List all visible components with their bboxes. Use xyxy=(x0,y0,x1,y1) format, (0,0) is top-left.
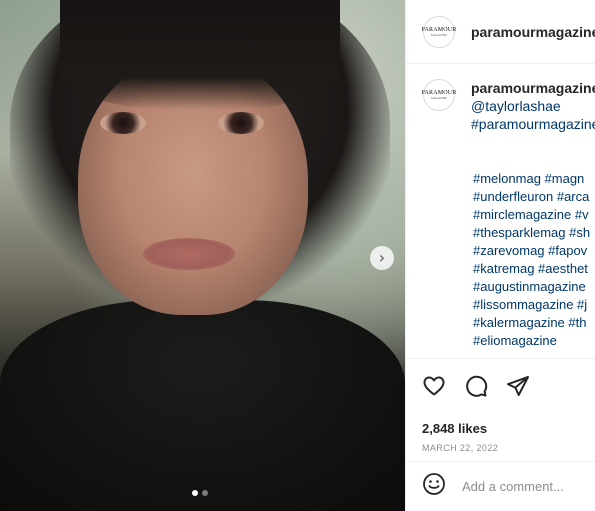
share-icon[interactable] xyxy=(506,374,530,398)
post-actions: 2,848 likes MARCH 22, 2022 xyxy=(406,358,595,453)
hashtag-line[interactable]: #zarevomag #fapov xyxy=(473,242,590,260)
image-left-eye xyxy=(100,112,146,134)
comment-icon[interactable] xyxy=(464,374,488,398)
caption-username[interactable]: paramourmagazine xyxy=(471,79,595,97)
hashtag-line[interactable]: #mirclemagazine #v xyxy=(473,206,590,224)
avatar-logo-subtext: MAGAZINE xyxy=(431,32,447,37)
caption-row: PARAMOUR MAGAZINE paramourmagazine @tayl… xyxy=(421,79,595,133)
post-side-panel: PARAMOUR MAGAZINE paramourmagazine PARAM… xyxy=(405,0,595,511)
post-image[interactable]: › xyxy=(0,0,405,511)
hashtag-line[interactable]: #lissommagazine #j xyxy=(473,296,590,314)
heart-icon[interactable] xyxy=(422,374,446,398)
post-date: MARCH 22, 2022 xyxy=(422,443,499,453)
hashtag-line[interactable]: #augustinmagazine xyxy=(473,278,590,296)
post-header: PARAMOUR MAGAZINE paramourmagazine xyxy=(406,0,595,64)
emoji-icon[interactable] xyxy=(422,472,446,501)
like-count[interactable]: 2,848 likes xyxy=(422,421,595,436)
caption-avatar[interactable]: PARAMOUR MAGAZINE xyxy=(421,79,456,111)
comment-input[interactable] xyxy=(462,479,592,494)
carousel-dot xyxy=(202,490,208,496)
action-icons xyxy=(422,373,595,399)
image-lips xyxy=(143,238,235,270)
hashtag-line[interactable]: #melonmag #magn xyxy=(473,170,590,188)
image-turtleneck xyxy=(0,300,405,511)
hashtag-list: #melonmag #magn #underfleuron #arca #mir… xyxy=(473,170,590,350)
caption-mention[interactable]: @taylorlashae xyxy=(471,97,595,115)
hashtag-line[interactable]: #underfleuron #arca xyxy=(473,188,590,206)
carousel-indicator xyxy=(192,490,208,496)
header-username[interactable]: paramourmagazine xyxy=(471,24,595,40)
hashtag-line[interactable]: #kalermagazine #th xyxy=(473,314,590,332)
avatar[interactable]: PARAMOUR MAGAZINE xyxy=(421,15,457,48)
hashtag-line[interactable]: #katremag #aesthet xyxy=(473,260,590,278)
comment-bar xyxy=(406,461,595,511)
chevron-right-icon[interactable]: › xyxy=(370,246,394,270)
caption-area: PARAMOUR MAGAZINE paramourmagazine @tayl… xyxy=(406,64,595,358)
image-right-eye xyxy=(218,112,264,134)
caption-hashtag[interactable]: #paramourmagazine xyxy=(471,115,595,133)
avatar-logo-subtext: MAGAZINE xyxy=(431,96,447,100)
image-fringe xyxy=(60,0,340,110)
carousel-dot-active xyxy=(192,490,198,496)
avatar-logo-text: PARAMOUR xyxy=(421,26,457,33)
hashtag-line[interactable]: #eliomagazine xyxy=(473,332,590,350)
caption-text: paramourmagazine @taylorlashae #paramour… xyxy=(471,79,595,133)
hashtag-line[interactable]: #thesparklemag #sh xyxy=(473,224,590,242)
